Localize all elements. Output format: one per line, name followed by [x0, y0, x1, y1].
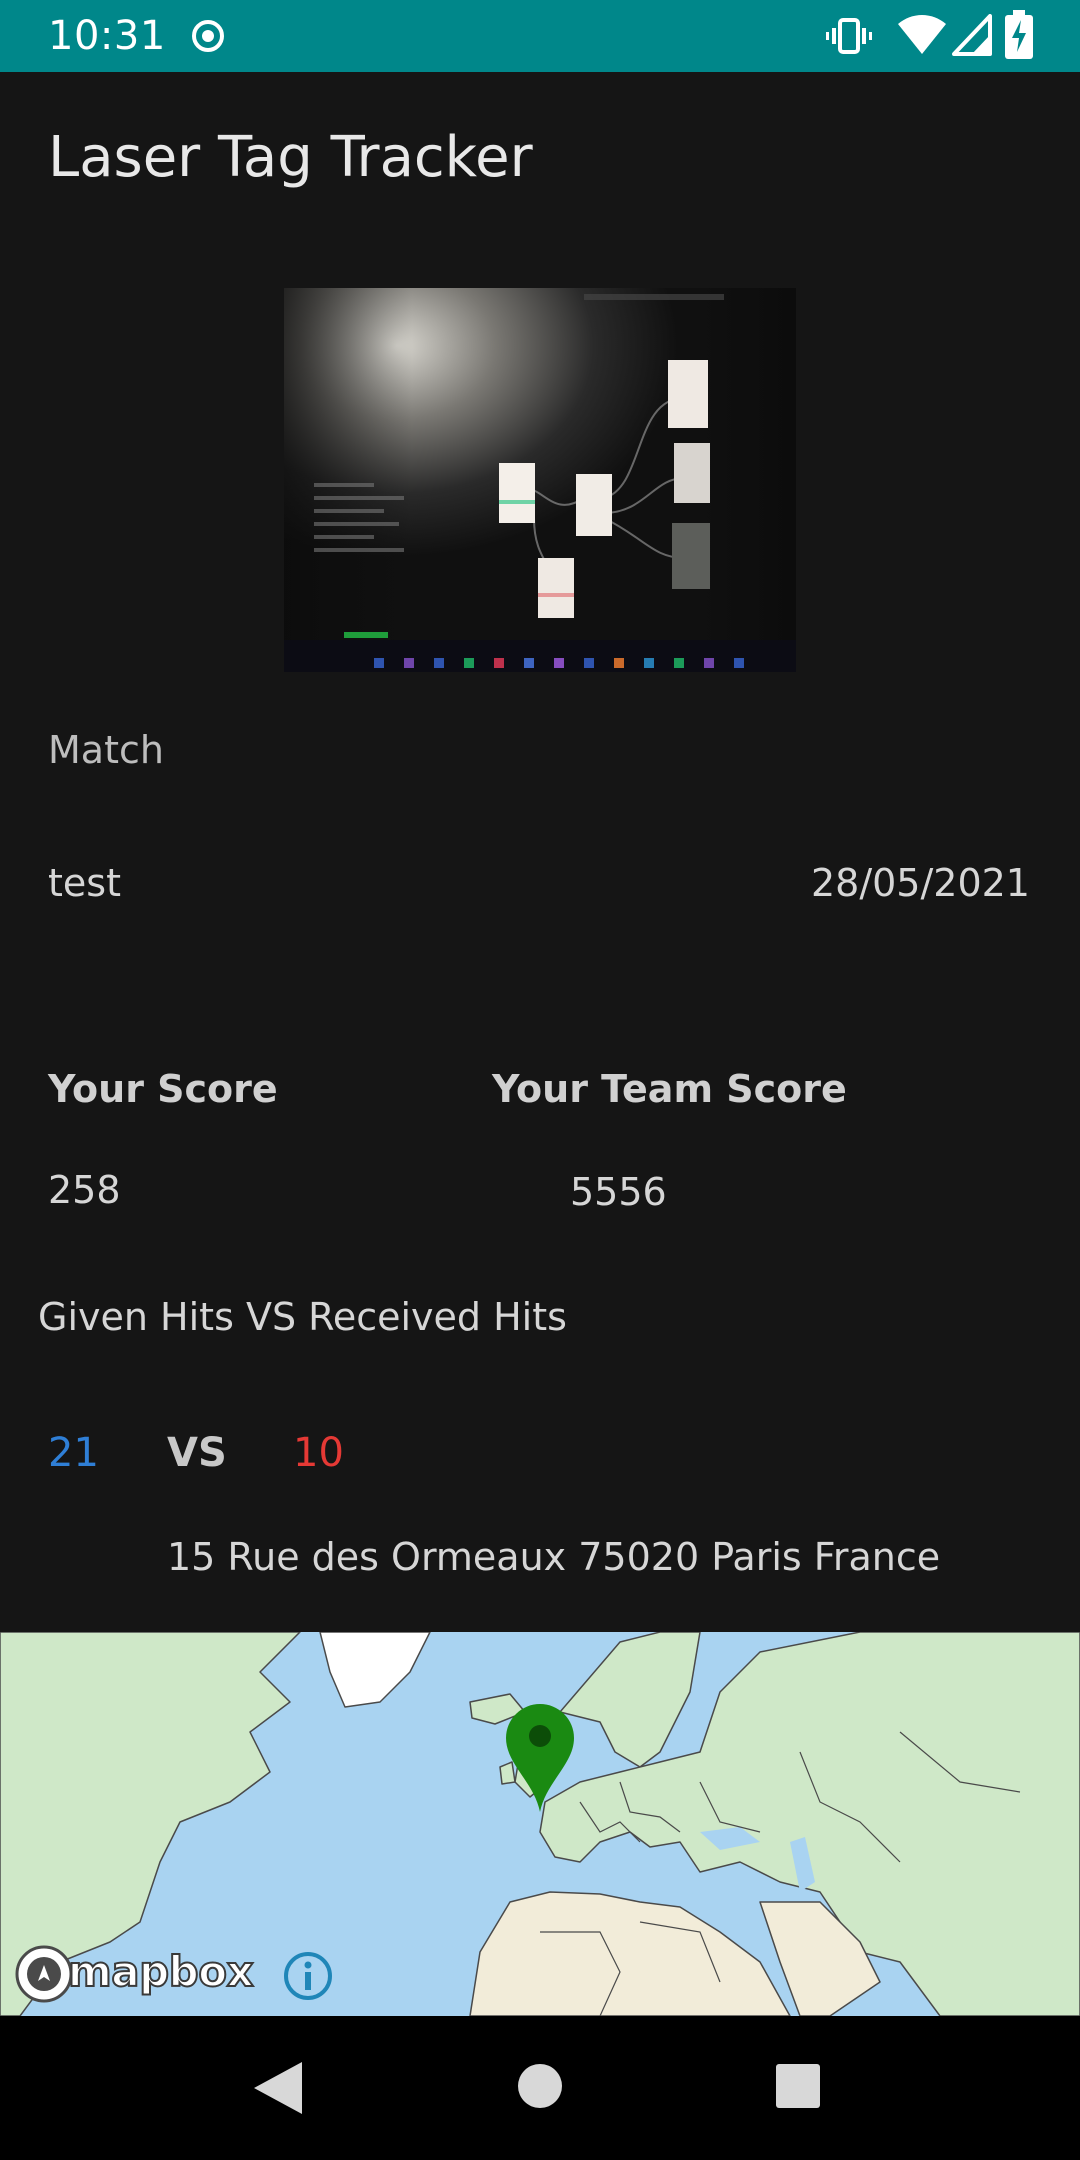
mapbox-wordmark: mapbox — [67, 1946, 255, 1997]
vibrate-icon — [826, 18, 872, 54]
status-time: 10:31 — [48, 13, 166, 59]
recents-icon[interactable] — [774, 2062, 822, 2110]
back-icon[interactable] — [252, 2060, 304, 2116]
wifi-icon — [898, 15, 946, 54]
system-navigation-bar — [0, 2016, 1080, 2160]
your-score-value: 258 — [48, 1168, 121, 1212]
info-icon[interactable] — [282, 1950, 334, 2002]
battery-charging-icon — [1005, 10, 1033, 59]
team-score-label: Your Team Score — [492, 1067, 847, 1111]
given-hits-value: 21 — [48, 1430, 99, 1476]
hits-title: Given Hits VS Received Hits — [38, 1295, 567, 1339]
location-marker-icon[interactable] — [504, 1702, 576, 1814]
received-hits-value: 10 — [293, 1430, 344, 1476]
match-photo[interactable] — [284, 288, 796, 672]
your-score-label: Your Score — [48, 1067, 278, 1111]
match-date: 28/05/2021 — [810, 861, 1030, 905]
match-section-label: Match — [48, 728, 164, 772]
record-icon — [192, 20, 224, 52]
team-score-value: 5556 — [570, 1170, 667, 1214]
vs-label: VS — [167, 1430, 227, 1476]
app-title: Laser Tag Tracker — [48, 125, 533, 190]
home-icon[interactable] — [516, 2062, 564, 2110]
status-bar: 10:31 — [0, 0, 1080, 72]
match-name: test — [48, 861, 121, 905]
signal-icon — [952, 14, 992, 56]
match-address: 15 Rue des Ormeaux 75020 Paris France — [167, 1535, 941, 1579]
match-detail-screen: 10:31 Laser Tag Tracker Match test 28/05… — [0, 0, 1080, 2160]
